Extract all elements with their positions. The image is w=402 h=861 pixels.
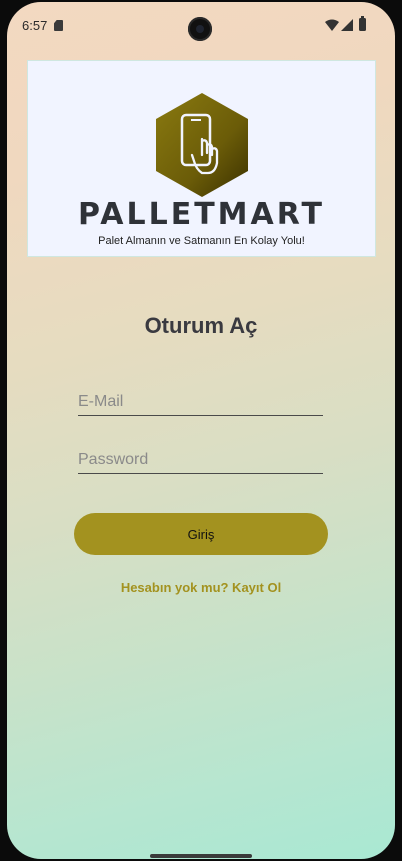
battery-icon [359,16,366,31]
sd-card-icon [54,20,63,31]
home-indicator[interactable] [150,854,252,858]
status-time: 6:57 [22,18,48,33]
page-title: Oturum Aç [144,313,258,338]
register-link[interactable]: Hesabın yok mu? Kayıt Ol [7,580,395,595]
login-button[interactable]: Giriş [74,513,328,555]
signal-icon [341,19,353,31]
brand-name: PALLETMART [78,197,325,232]
brand-tagline: Palet Almanın ve Satmanın En Kolay Yolu! [98,235,305,247]
front-camera [188,17,212,41]
phone-screen: 6:57 PALLETMART Palet Almanın ve Satmanı… [7,2,395,859]
password-field[interactable] [78,446,323,474]
brand-banner: PALLETMART Palet Almanın ve Satmanın En … [27,60,376,257]
phone-touch-logo-icon [156,93,248,197]
email-field[interactable] [78,388,323,416]
wifi-icon [325,19,339,31]
status-bar: 6:57 [7,2,395,48]
